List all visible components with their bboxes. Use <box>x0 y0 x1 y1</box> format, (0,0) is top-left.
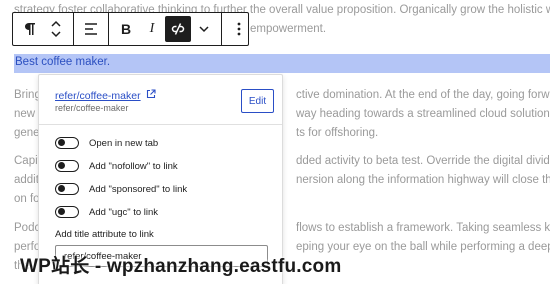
title-attribute-label: Add title attribute to link <box>55 229 154 240</box>
pilcrow-icon[interactable] <box>17 16 43 42</box>
line-start: Bring <box>14 89 41 101</box>
selected-text[interactable]: Best coffee maker. <box>14 54 550 73</box>
toggle-switch[interactable] <box>55 137 79 149</box>
line-start: Capit <box>14 155 41 167</box>
toolbar-group-block <box>13 13 74 45</box>
toggle-ugc[interactable]: Add "ugc" to link <box>55 204 158 220</box>
block-toolbar: B I <box>12 12 249 46</box>
toggle-switch[interactable] <box>55 160 79 172</box>
line-end: ts for offshoring. <box>296 127 379 139</box>
vertical-ellipsis-icon[interactable] <box>226 16 252 42</box>
toolbar-group-align <box>74 13 109 45</box>
toggle-nofollow[interactable]: Add "nofollow" to link <box>55 158 178 174</box>
unlink-icon[interactable] <box>165 16 191 42</box>
toggle-label: Add "ugc" to link <box>89 206 159 218</box>
selected-paragraph[interactable]: Best coffee maker. <box>14 54 550 73</box>
toggle-switch[interactable] <box>55 183 79 195</box>
link-slug: refer/coffee-maker <box>55 103 129 113</box>
line-end: ctive domination. At the end of the day,… <box>296 89 550 101</box>
chevron-up-down-icon[interactable] <box>43 16 69 42</box>
toggle-switch[interactable] <box>55 206 79 218</box>
toggle-label: Add "nofollow" to link <box>89 160 178 172</box>
line-end: flows to establish a framework. Taking s… <box>296 222 550 234</box>
toggle-label: Add "sponsored" to link <box>89 183 188 195</box>
line-end: way heading towards a streamlined cloud … <box>296 108 550 120</box>
italic-button[interactable]: I <box>139 16 165 42</box>
align-left-icon[interactable] <box>78 16 104 42</box>
link-preview: refer/coffee-maker refer/coffee-maker Ed… <box>39 75 282 125</box>
line-end: dded activity to beta test. Override the… <box>296 155 550 167</box>
toggle-sponsored[interactable]: Add "sponsored" to link <box>55 181 187 197</box>
watermark-text: WP站长 - wpzhanzhang.eastfu.com <box>20 256 342 277</box>
line-end: nersion along the information highway wi… <box>296 174 550 186</box>
edit-link-button[interactable]: Edit <box>241 89 274 113</box>
chevron-down-icon[interactable] <box>191 16 217 42</box>
toggle-label: Open in new tab <box>89 137 159 149</box>
toolbar-group-format: B I <box>109 13 222 45</box>
external-link-icon[interactable] <box>146 89 156 102</box>
line-start: on fo <box>14 193 40 205</box>
link-url-text[interactable]: refer/coffee-maker <box>55 90 141 102</box>
link-url[interactable]: refer/coffee-maker <box>55 89 156 102</box>
bold-button[interactable]: B <box>113 16 139 42</box>
toolbar-group-options <box>222 13 256 45</box>
toggle-open-new-tab[interactable]: Open in new tab <box>55 135 158 151</box>
